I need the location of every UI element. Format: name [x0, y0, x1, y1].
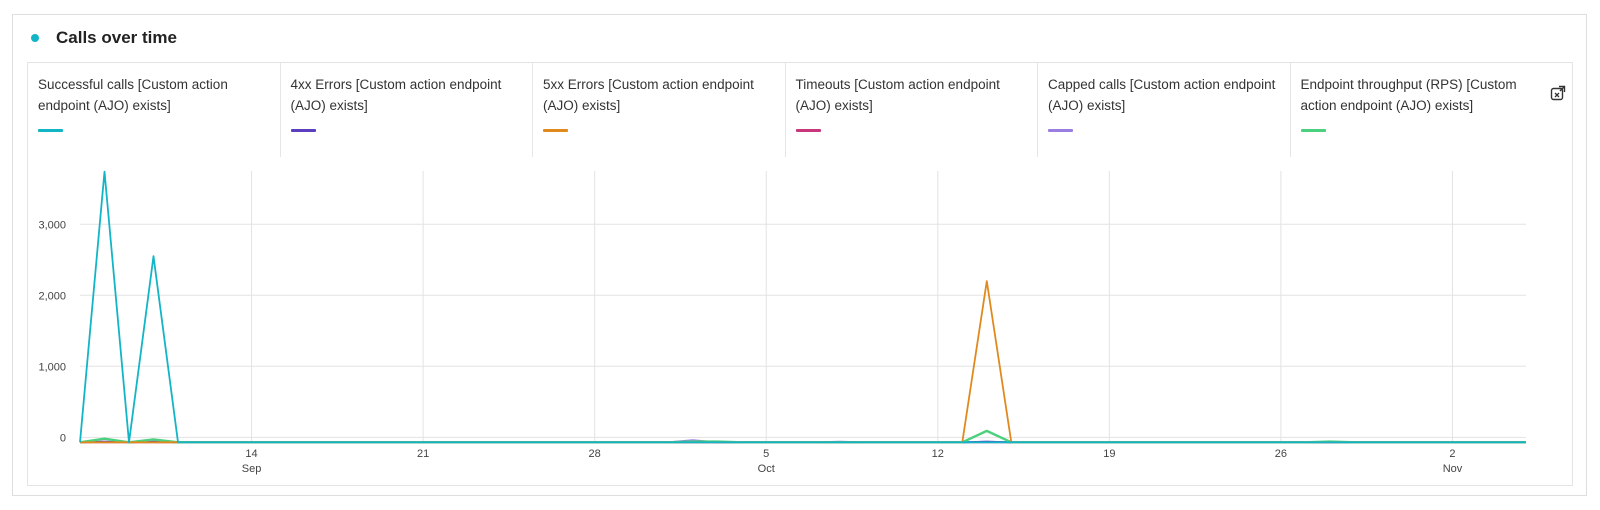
y-tick-label: 3,000: [38, 219, 66, 231]
export-icon: [1550, 85, 1566, 101]
x-tick-label: 21: [417, 448, 429, 460]
legend-label: 5xx Errors [Custom action endpoint (AJO)…: [543, 77, 754, 113]
x-tick-label: 5: [763, 448, 769, 460]
export-button[interactable]: [1548, 83, 1568, 103]
legend-item[interactable]: 4xx Errors [Custom action endpoint (AJO)…: [281, 63, 533, 157]
series-line: [79, 429, 1526, 444]
y-tick-label: 1,000: [38, 361, 66, 373]
legend-swatch: [543, 129, 568, 132]
legend-swatch: [1048, 129, 1073, 132]
x-tick-label: 14: [245, 448, 257, 460]
x-tick-label: 28: [589, 448, 601, 460]
legend-label: Successful calls [Custom action endpoint…: [38, 77, 228, 113]
legend-label: 4xx Errors [Custom action endpoint (AJO)…: [290, 77, 502, 113]
legend-swatch: [38, 129, 63, 132]
x-tick-label: 12: [932, 448, 944, 460]
status-dot-icon: [31, 34, 39, 42]
legend-item[interactable]: Capped calls [Custom action endpoint (AJ…: [1038, 63, 1291, 157]
legend-label: Endpoint throughput (RPS) [Custom action…: [1300, 77, 1517, 113]
x-tick-sublabel: Sep: [242, 463, 262, 475]
legend-label: Capped calls [Custom action endpoint (AJ…: [1048, 77, 1276, 113]
x-tick-sublabel: Nov: [1443, 463, 1463, 475]
card-title: Calls over time: [56, 28, 177, 47]
x-tick-label: 26: [1275, 448, 1287, 460]
card-header: Calls over time: [29, 27, 177, 49]
legend-item[interactable]: Timeouts [Custom action endpoint (AJO) e…: [786, 63, 1038, 157]
legend-label: Timeouts [Custom action endpoint (AJO) e…: [795, 77, 1000, 113]
x-tick-label: 19: [1103, 448, 1115, 460]
legend-swatch: [795, 129, 821, 132]
x-tick-sublabel: Oct: [758, 463, 775, 475]
y-tick-label: 0: [60, 432, 66, 444]
y-tick-label: 2,000: [38, 290, 66, 302]
x-tick-label: 2: [1449, 448, 1455, 460]
calls-over-time-card: Calls over time 0 1,000 2,000 3,000 14 Sep 21 2…: [12, 14, 1587, 496]
legend-item[interactable]: Endpoint throughput (RPS) [Custom action…: [1291, 63, 1544, 157]
legend-item[interactable]: 5xx Errors [Custom action endpoint (AJO)…: [533, 63, 786, 157]
legend-swatch: [1300, 129, 1326, 132]
chart-panel: 0 1,000 2,000 3,000 14 Sep 21 28 5 Oct 12 19 26 2 Nov …: [27, 62, 1573, 486]
chart-legend: Successful calls [Custom action endpoint…: [28, 63, 1543, 157]
series-line: [79, 170, 1526, 444]
legend-swatch: [290, 129, 316, 132]
series-line: [80, 280, 1526, 444]
legend-item[interactable]: Successful calls [Custom action endpoint…: [28, 63, 281, 157]
